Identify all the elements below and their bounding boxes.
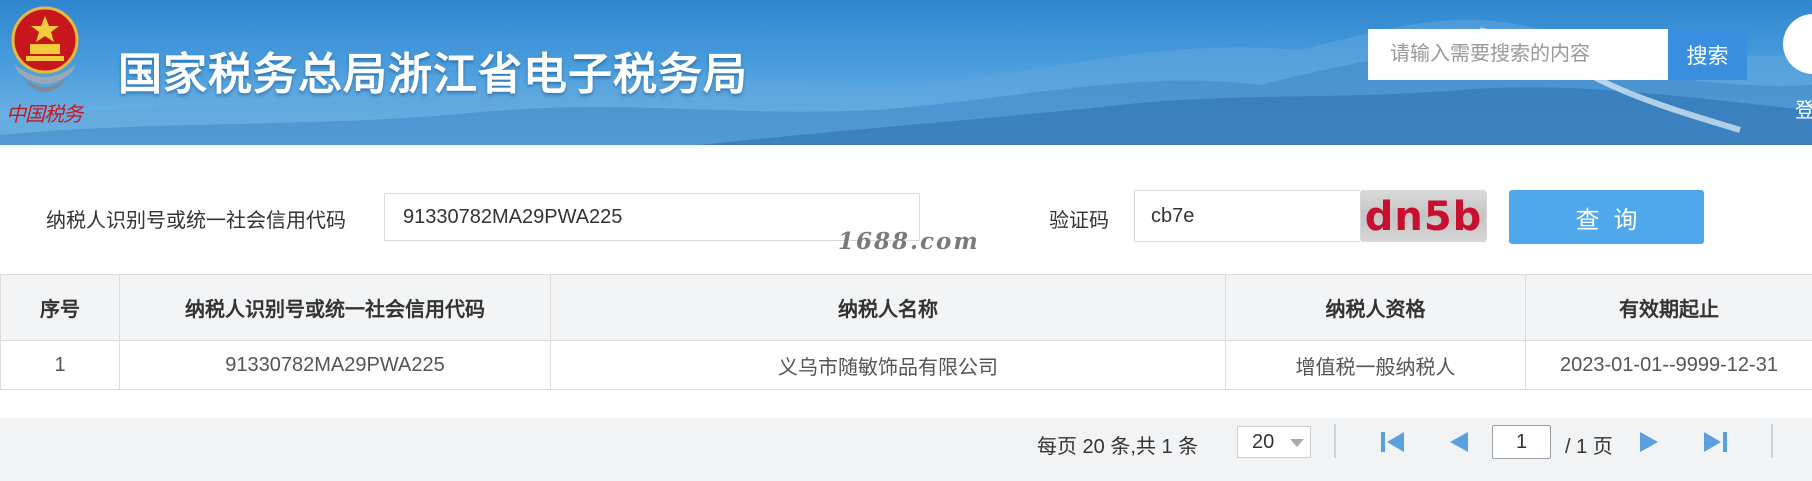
site-search-input[interactable]	[1368, 29, 1668, 80]
captcha-label: 验证码	[1049, 210, 1109, 232]
column-header-taxid: 纳税人识别号或统一社会信用代码	[119, 274, 551, 341]
table-row[interactable]: 1 91330782MA29PWA225 义乌市随敏饰品有限公司 增值税一般纳税…	[0, 340, 1812, 390]
login-button[interactable]: 登	[1783, 14, 1812, 124]
cell-name: 义乌市随敏饰品有限公司	[550, 340, 1226, 390]
last-page-icon[interactable]	[1700, 428, 1730, 456]
search-button[interactable]: 搜索	[1668, 29, 1747, 80]
header-banner: 中国税务 国家税务总局浙江省电子税务局 搜索 登	[0, 0, 1812, 145]
divider	[1334, 424, 1336, 458]
current-page-input[interactable]	[1492, 425, 1551, 459]
watermark-text: 1688.com	[838, 228, 980, 255]
login-label: 登	[1795, 100, 1812, 122]
cell-validity: 2023-01-01--9999-12-31	[1525, 340, 1812, 390]
column-header-index: 序号	[0, 274, 120, 341]
page-size-value: 20	[1252, 431, 1275, 453]
cell-qualification: 增值税一般纳税人	[1225, 340, 1526, 390]
column-header-qualification: 纳税人资格	[1225, 274, 1526, 341]
results-table: 序号 纳税人识别号或统一社会信用代码 纳税人名称 纳税人资格 有效期起止 1 9…	[0, 274, 1812, 390]
next-page-icon[interactable]	[1634, 428, 1664, 456]
column-header-name: 纳税人名称	[550, 274, 1226, 341]
user-avatar-icon	[1783, 14, 1812, 74]
cell-taxid: 91330782MA29PWA225	[119, 340, 551, 390]
query-button[interactable]: 查询	[1509, 190, 1704, 244]
pagination-summary: 每页 20 条,共 1 条	[1037, 436, 1199, 458]
page-size-select[interactable]: 20	[1237, 426, 1311, 458]
previous-page-icon[interactable]	[1444, 428, 1474, 456]
table-header-row: 序号 纳税人识别号或统一社会信用代码 纳税人名称 纳税人资格 有效期起止	[0, 274, 1812, 341]
emblem-caption: 中国税务	[6, 102, 83, 126]
total-pages-label: / 1 页	[1565, 436, 1613, 458]
first-page-icon[interactable]	[1378, 428, 1408, 456]
column-header-validity: 有效期起止	[1525, 274, 1812, 341]
taxid-label: 纳税人识别号或统一社会信用代码	[46, 210, 346, 232]
captcha-image[interactable]: dn5b	[1360, 190, 1487, 242]
divider	[1771, 424, 1773, 458]
chevron-down-icon	[1290, 439, 1304, 447]
site-title: 国家税务总局浙江省电子税务局	[118, 50, 748, 99]
cell-index: 1	[0, 340, 120, 390]
captcha-input[interactable]	[1134, 190, 1360, 242]
